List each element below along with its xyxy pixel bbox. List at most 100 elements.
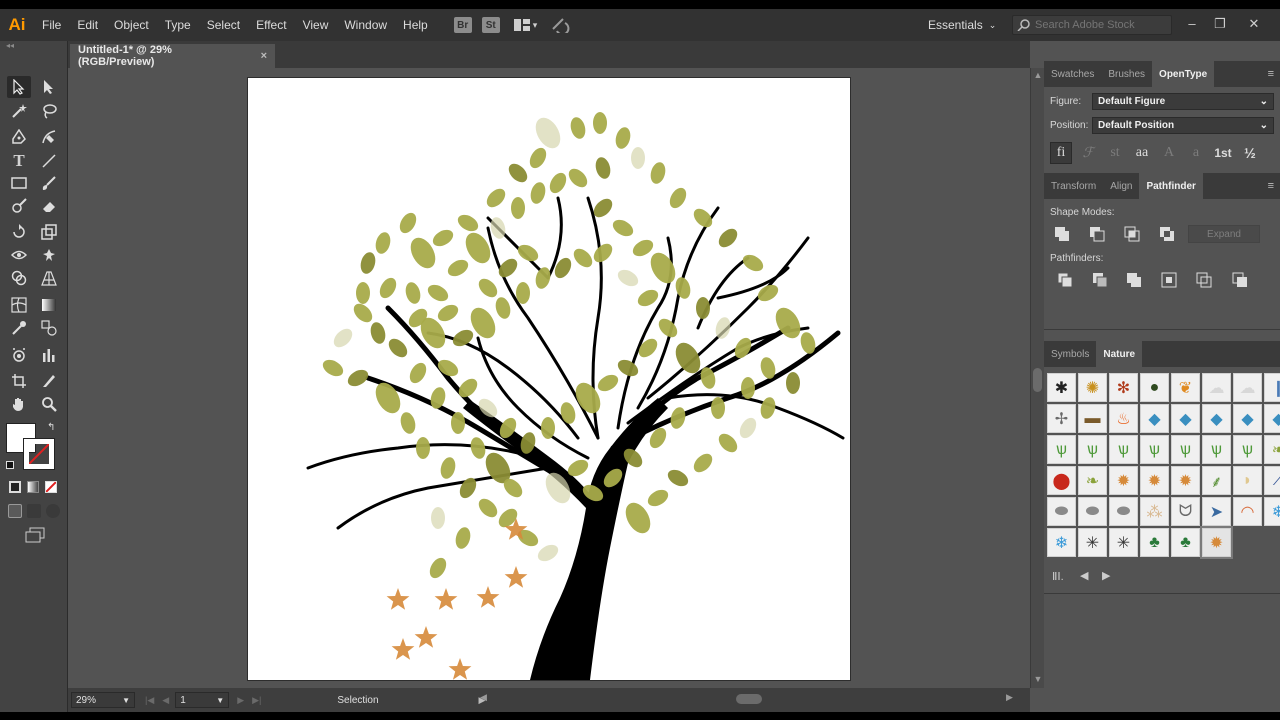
discretionary-ligatures-button[interactable]: st — [1104, 142, 1126, 164]
last-artboard-icon[interactable]: ▶| — [252, 695, 261, 706]
outline-icon[interactable] — [1194, 271, 1214, 289]
vertical-scrollbar[interactable]: ▲ ▼ — [1030, 68, 1044, 688]
bug-icon[interactable]: ✻ — [1109, 373, 1138, 402]
pen-tool-icon[interactable] — [7, 126, 31, 148]
rotate-tool-icon[interactable] — [7, 221, 31, 243]
document-tab[interactable]: Untitled-1* @ 29% (RGB/Preview) × — [70, 44, 275, 68]
line-tool-icon[interactable] — [37, 150, 61, 172]
eyedropper-tool-icon[interactable] — [7, 317, 31, 339]
shark-icon[interactable]: ➤ — [1202, 497, 1231, 526]
maple-leaf-icon[interactable]: ✹ — [1171, 466, 1200, 495]
menu-edit[interactable]: Edit — [69, 9, 106, 41]
grass-icon[interactable]: ѱ — [1078, 435, 1107, 464]
figure-dropdown[interactable]: Default Figure ⌄ — [1092, 93, 1274, 110]
horizontal-scroll-thumb[interactable] — [736, 694, 762, 704]
close-icon[interactable]: × — [261, 50, 267, 62]
unite-icon[interactable] — [1052, 225, 1072, 243]
standard-ligatures-button[interactable]: fi — [1050, 142, 1072, 164]
fish-icon[interactable]: ◆ — [1140, 404, 1169, 433]
snowflake-icon[interactable]: ❄ — [1047, 528, 1076, 557]
tab-nature[interactable]: Nature — [1096, 341, 1143, 367]
close-window-button[interactable]: ✕ — [1244, 15, 1264, 33]
lasso-tool-icon[interactable] — [37, 100, 61, 122]
stroke-swatch[interactable] — [23, 438, 55, 470]
draw-behind-icon[interactable] — [27, 504, 41, 518]
magic-wand-tool-icon[interactable] — [7, 100, 31, 122]
leaf-icon[interactable]: ❧ — [1078, 466, 1107, 495]
zoom-level-field[interactable]: 29% ▼ — [71, 692, 135, 708]
merge-icon[interactable] — [1124, 271, 1144, 289]
fractions-button[interactable]: ½ — [1239, 142, 1261, 164]
default-colors-icon[interactable] — [6, 461, 14, 469]
next-artboard-icon[interactable]: ▶ — [237, 695, 244, 706]
panel-menu-icon[interactable]: ≡ — [1268, 180, 1274, 192]
first-artboard-icon[interactable]: |◀ — [145, 695, 154, 706]
maple-leaf-icon[interactable]: ✹ — [1140, 466, 1169, 495]
gradient-tool-icon[interactable] — [37, 294, 61, 316]
maple-leaf-icon[interactable]: ✹ — [1109, 466, 1138, 495]
menu-select[interactable]: Select — [199, 9, 248, 41]
tab-align[interactable]: Align — [1103, 173, 1139, 199]
cloud-icon[interactable]: ☁ — [1233, 373, 1262, 402]
menu-view[interactable]: View — [295, 9, 337, 41]
grass-icon[interactable]: ѱ — [1202, 435, 1231, 464]
shell-icon[interactable]: ◗ — [1233, 466, 1262, 495]
fish-icon[interactable]: ◆ — [1171, 404, 1200, 433]
width-tool-icon[interactable] — [7, 244, 31, 266]
menu-object[interactable]: Object — [106, 9, 157, 41]
dragonfly-icon[interactable]: ✢ — [1047, 404, 1076, 433]
swash-button[interactable]: aa — [1131, 142, 1153, 164]
minus-front-icon[interactable] — [1087, 225, 1107, 243]
vertical-scroll-thumb[interactable] — [1033, 368, 1042, 392]
contextual-alternates-button[interactable]: ℱ — [1077, 142, 1099, 164]
menu-file[interactable]: File — [34, 9, 69, 41]
fern-icon[interactable]: ⸙ — [1202, 466, 1231, 495]
menu-help[interactable]: Help — [395, 9, 436, 41]
tab-pathfinder[interactable]: Pathfinder — [1139, 173, 1203, 199]
previous-library-icon[interactable]: ◀ — [1080, 569, 1088, 582]
sand-icon[interactable]: ⁂ — [1140, 497, 1169, 526]
grass-icon[interactable]: ѱ — [1171, 435, 1200, 464]
scorpion-icon[interactable]: ᗢ — [1171, 497, 1200, 526]
minimize-button[interactable]: – — [1182, 15, 1202, 33]
tab-transform[interactable]: Transform — [1044, 173, 1103, 199]
stylistic-alternates-button[interactable]: A — [1158, 142, 1180, 164]
crop-icon[interactable] — [1159, 271, 1179, 289]
ant-icon[interactable]: ✱ — [1047, 373, 1076, 402]
blend-tool-icon[interactable] — [37, 317, 61, 339]
grass-icon[interactable]: ѱ — [1109, 435, 1138, 464]
fire-icon[interactable]: ♨ — [1109, 404, 1138, 433]
tab-brushes[interactable]: Brushes — [1101, 61, 1152, 87]
artboard-number-field[interactable]: 1 ▼ — [175, 692, 230, 708]
grass-icon[interactable]: ѱ — [1233, 435, 1262, 464]
beetle-icon[interactable]: ● — [1140, 373, 1169, 402]
scroll-right-icon[interactable]: ▶ — [1006, 692, 1013, 703]
spider-icon[interactable]: ✳ — [1109, 528, 1138, 557]
horizontal-scrollbar[interactable]: ◀ ▶ — [480, 692, 1020, 706]
perspective-grid-tool-icon[interactable] — [37, 267, 61, 289]
draw-normal-icon[interactable] — [8, 504, 22, 518]
fish-icon[interactable]: ◆ — [1202, 404, 1231, 433]
shaper-tool-icon[interactable] — [7, 195, 31, 217]
none-mode-icon[interactable] — [45, 481, 57, 493]
panel-collapse-icon[interactable]: ◂◂ — [0, 41, 67, 51]
previous-artboard-icon[interactable]: ◀ — [162, 695, 169, 706]
rock-icon[interactable]: ⬬ — [1047, 497, 1076, 526]
canvas-area[interactable] — [68, 68, 1030, 688]
tab-swatches[interactable]: Swatches — [1044, 61, 1101, 87]
direct-selection-tool-icon[interactable] — [37, 76, 61, 98]
hand-tool-icon[interactable] — [7, 393, 31, 415]
menu-effect[interactable]: Effect — [248, 9, 294, 41]
cloud-icon[interactable]: ☁ — [1202, 373, 1231, 402]
position-dropdown[interactable]: Default Position ⌄ — [1092, 117, 1274, 134]
artboard-tool-icon[interactable] — [7, 370, 31, 392]
workspace-switcher[interactable]: Essentials ⌄ — [922, 15, 1002, 35]
tree-icon[interactable]: ♣ — [1171, 528, 1200, 557]
bee-icon[interactable]: ✺ — [1078, 373, 1107, 402]
gpu-performance-icon[interactable] — [551, 15, 571, 36]
tab-symbols[interactable]: Symbols — [1044, 341, 1096, 367]
screen-mode-icon[interactable] — [24, 527, 46, 546]
search-input[interactable] — [1035, 19, 1165, 31]
tab-opentype[interactable]: OpenType — [1152, 61, 1215, 87]
restore-button[interactable]: ❐ — [1210, 15, 1230, 33]
